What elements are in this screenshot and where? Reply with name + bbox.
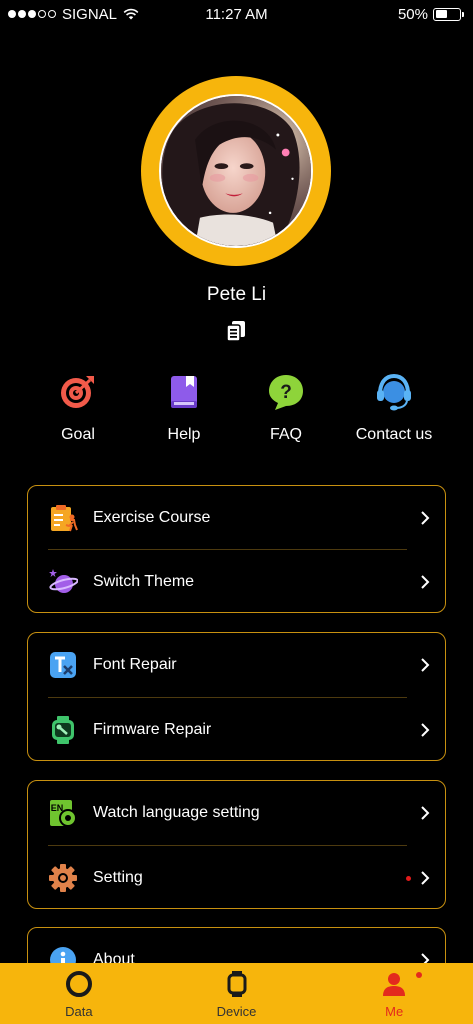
faq-label: FAQ xyxy=(269,426,302,443)
contact-us-label: Contact us xyxy=(355,426,433,443)
headset-icon xyxy=(377,373,411,411)
tab-data-label: Data xyxy=(65,1004,93,1019)
gear-icon xyxy=(49,864,77,892)
status-left: SIGNAL xyxy=(8,6,139,23)
menu-item-font-repair[interactable]: Font Repair xyxy=(28,633,445,697)
watch-icon xyxy=(227,971,246,997)
menu-card-course-theme: Exercise Course Switch Theme xyxy=(27,485,446,613)
tab-me[interactable]: Me xyxy=(315,963,473,1024)
menu-item-setting[interactable]: Setting xyxy=(28,846,445,910)
tab-data[interactable]: Data xyxy=(0,963,158,1024)
goal-button[interactable]: Goal xyxy=(23,372,133,444)
faq-button[interactable]: ? FAQ xyxy=(231,372,341,444)
tab-device[interactable]: Device xyxy=(158,963,316,1024)
avatar[interactable] xyxy=(159,94,313,248)
svg-text:EN: EN xyxy=(51,803,64,813)
firmware-repair-label: Firmware Repair xyxy=(93,721,212,738)
menu-item-switch-theme[interactable]: Switch Theme xyxy=(28,550,445,614)
language-icon: EN xyxy=(50,800,77,827)
svg-text:?: ? xyxy=(280,382,292,403)
status-right: 50% xyxy=(397,5,464,23)
carrier-name: SIGNAL xyxy=(62,5,118,23)
avatar-ring[interactable] xyxy=(141,76,331,266)
ring-icon xyxy=(65,971,92,997)
menu-item-watch-language[interactable]: EN Watch language setting xyxy=(28,781,445,845)
chevron-right-icon xyxy=(421,575,430,589)
battery-icon xyxy=(433,7,464,21)
battery-level xyxy=(435,10,447,18)
chevron-right-icon xyxy=(421,723,430,737)
menu-item-exercise-course[interactable]: Exercise Course xyxy=(28,486,445,550)
tab-me-label: Me xyxy=(385,1004,404,1019)
chevron-right-icon xyxy=(421,658,430,672)
avatar-photo xyxy=(161,96,311,246)
tab-device-label: Device xyxy=(216,1004,257,1019)
tab-bar: Data Device Me xyxy=(0,963,473,1024)
chevron-right-icon xyxy=(421,806,430,820)
battery-percentage: 50% xyxy=(397,5,428,23)
help-button[interactable]: Help xyxy=(129,372,239,444)
planet-icon xyxy=(49,569,78,593)
person-icon xyxy=(383,973,406,996)
chevron-right-icon xyxy=(421,511,430,525)
user-name: Pete Li xyxy=(206,284,267,305)
question-bubble-icon: ? xyxy=(269,375,303,410)
goal-label: Goal xyxy=(61,426,95,443)
font-repair-icon xyxy=(50,652,76,678)
wifi-icon xyxy=(123,8,139,20)
exercise-course-label: Exercise Course xyxy=(93,509,211,526)
menu-item-firmware-repair[interactable]: Firmware Repair xyxy=(28,698,445,762)
watch-language-label: Watch language setting xyxy=(93,804,260,821)
menu-card-repair: Font Repair Firmware Repair xyxy=(27,632,446,761)
menu-card-settings: EN Watch language setting Setting xyxy=(27,780,446,909)
tab-me-badge xyxy=(416,972,423,978)
help-label: Help xyxy=(167,426,201,443)
chevron-right-icon xyxy=(421,871,430,885)
copy-icon[interactable] xyxy=(224,319,248,343)
contact-us-button[interactable]: Contact us xyxy=(339,372,449,444)
clipboard-runner-icon xyxy=(51,505,78,532)
font-repair-label: Font Repair xyxy=(93,656,177,673)
status-bar: SIGNAL 11:27 AM 50% xyxy=(0,0,473,28)
switch-theme-label: Switch Theme xyxy=(93,573,195,590)
quick-actions: Goal Help ? FAQ Contact us xyxy=(0,372,473,452)
book-icon xyxy=(171,376,197,408)
target-icon xyxy=(61,376,94,408)
signal-strength-icon xyxy=(8,10,56,18)
notification-dot xyxy=(406,875,411,881)
watch-repair-icon xyxy=(52,716,74,744)
setting-label: Setting xyxy=(93,869,143,886)
